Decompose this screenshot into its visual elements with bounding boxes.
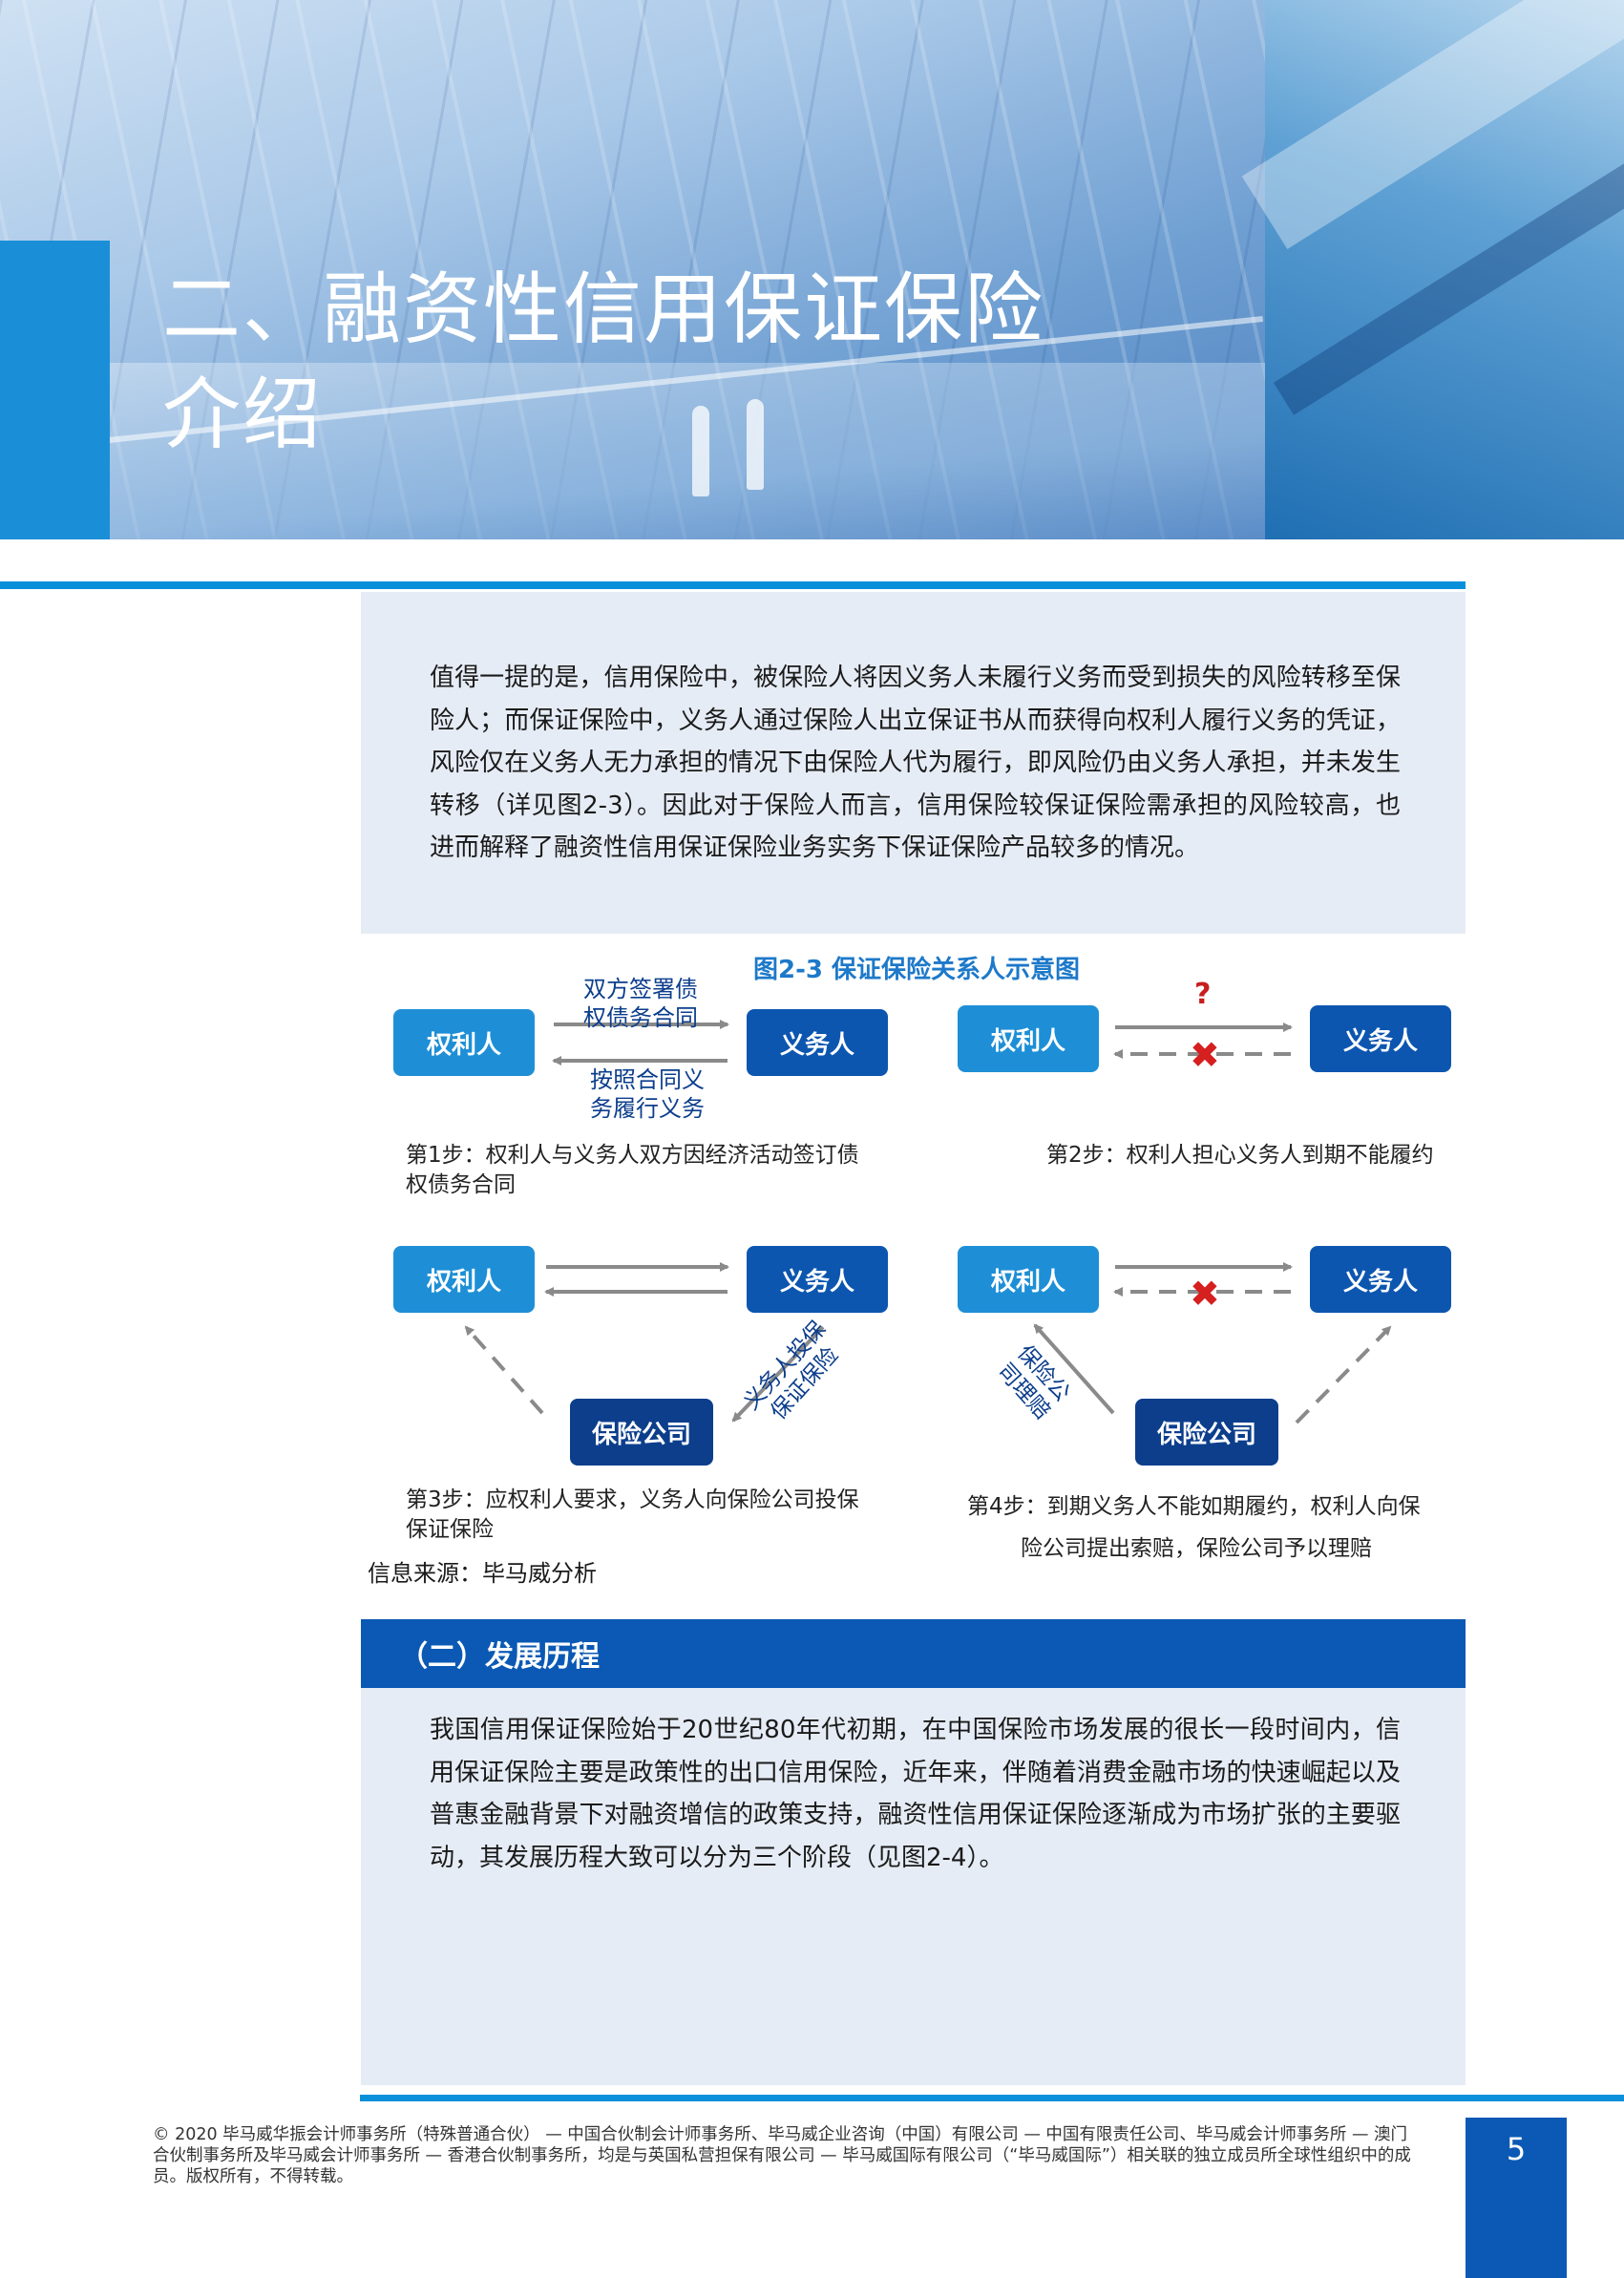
- step4-creditor-box: 权利人: [958, 1246, 1099, 1313]
- intro-paragraph: 值得一提的是，信用保险中，被保险人将因义务人未履行义务而受到损失的风险转移至保险…: [430, 664, 1401, 862]
- step4-caption: 第4步：到期义务人不能如期履约，权利人向保 险公司提出索赔，保险公司予以理赔: [967, 1486, 1483, 1570]
- step4-caption-line-2: 险公司提出索赔，保险公司予以理赔: [1021, 1536, 1372, 1561]
- hero-accent-block: [0, 241, 110, 539]
- step3-caption: 第3步：应权利人要求，义务人向保险公司投保 保证保险: [406, 1486, 940, 1545]
- step2-debtor-box: 义务人: [1310, 1005, 1451, 1072]
- step3-creditor-box: 权利人: [393, 1246, 535, 1313]
- step1-top-label-line-2: 权债务合同: [583, 1004, 698, 1031]
- step3-debtor-box: 义务人: [747, 1246, 888, 1313]
- figure-title: 图2-3 保证保险关系人示意图: [752, 956, 1081, 984]
- intro-panel: 值得一提的是，信用保险中，被保险人将因义务人未履行义务而受到损失的风险转移至保险…: [361, 592, 1466, 934]
- step2-question-mark: ?: [1194, 978, 1212, 1011]
- history-heading: （二）发展历程: [399, 1640, 600, 1674]
- history-paragraph: 我国信用保证保险始于20世纪80年代初期，在中国保险市场发展的很长一段时间内，信…: [430, 1716, 1401, 1872]
- section-title: 二、融资性信用保证保险 介绍: [162, 258, 1260, 468]
- hero-banner: 二、融资性信用保证保险 介绍: [0, 0, 1624, 539]
- page-number: 5: [1506, 2131, 1527, 2167]
- step4-insurer-box: 保险公司: [1135, 1399, 1278, 1466]
- step1-bottom-label-line-1: 按照合同义: [590, 1066, 705, 1093]
- top-divider: [0, 581, 1466, 589]
- history-panel: 我国信用保证保险始于20世纪80年代初期，在中国保险市场发展的很长一段时间内，信…: [361, 1619, 1466, 2085]
- hero-escalator: [1265, 0, 1624, 539]
- step1-caption-line-1: 第1步：权利人与义务人双方因经济活动签订债: [406, 1143, 859, 1168]
- step2-creditor-box: 权利人: [958, 1005, 1099, 1072]
- figure-source: 信息来源：毕马威分析: [368, 1560, 597, 1587]
- step4-caption-line-1: 第4步：到期义务人不能如期履约，权利人向保: [967, 1494, 1421, 1519]
- step3-arrow-dashed-up: [464, 1325, 544, 1415]
- bottom-divider: [360, 2095, 1624, 2101]
- step1-top-label-line-1: 双方签署债: [583, 976, 698, 1002]
- section-title-line-2: 介绍: [162, 369, 324, 460]
- footer-copyright: © 2020 毕马威华振会计师事务所（特殊普通合伙） — 中国合伙制会计师事务所…: [153, 2125, 1411, 2186]
- page-number-block: 5: [1466, 2118, 1567, 2278]
- step1-top-label: 双方签署债 权债务合同: [554, 975, 728, 1032]
- history-heading-bar: （二）发展历程: [361, 1619, 1466, 1688]
- step1-bottom-label: 按照合同义 务履行义务: [554, 1065, 741, 1123]
- step3-caption-line-1: 第3步：应权利人要求，义务人向保险公司投保: [406, 1487, 859, 1512]
- section-title-line-1: 二、融资性信用保证保险: [162, 264, 1045, 355]
- step1-caption: 第1步：权利人与义务人双方因经济活动签订债 权债务合同: [406, 1141, 940, 1200]
- step4-arrow-dashed-up: [1295, 1325, 1392, 1424]
- step1-creditor-box: 权利人: [393, 1009, 535, 1076]
- step2-caption: 第2步：权利人担心义务人到期不能履约: [1046, 1143, 1434, 1168]
- step4-cross-icon: ✖: [1190, 1273, 1220, 1315]
- step1-bottom-label-line-2: 务履行义务: [590, 1095, 705, 1122]
- step1-debtor-box: 义务人: [747, 1009, 888, 1076]
- step3-caption-line-2: 保证保险: [406, 1517, 494, 1542]
- step3-diagonal-label: 义务人投保 保证保险: [738, 1317, 852, 1434]
- step4-debtor-box: 义务人: [1310, 1246, 1451, 1313]
- step4-diagonal-label: 保险公 司理赔: [992, 1340, 1076, 1425]
- step1-caption-line-2: 权债务合同: [406, 1172, 516, 1197]
- step3-insurer-box: 保险公司: [570, 1399, 713, 1466]
- step2-cross-icon: ✖: [1190, 1034, 1220, 1076]
